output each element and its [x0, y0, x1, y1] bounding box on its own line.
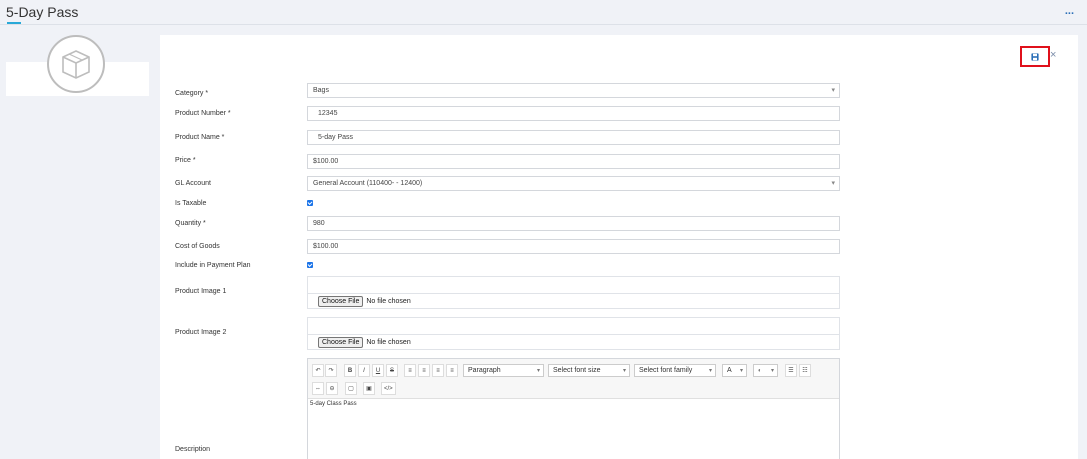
paragraph-dropdown[interactable]: Paragraph — [463, 364, 544, 377]
image-icon[interactable]: ▣ — [363, 382, 375, 395]
product-image-2-label: Product Image 2 — [175, 329, 227, 336]
gl-account-select[interactable]: General Account (110400- - 12400) — [307, 176, 840, 191]
file-status-2: No file chosen — [366, 339, 411, 346]
font-size-dropdown[interactable]: Select font size — [548, 364, 630, 377]
product-name-input[interactable]: 5-day Pass — [307, 130, 840, 145]
link-icon[interactable]: ⇔ — [312, 382, 324, 395]
box-icon — [47, 35, 105, 93]
product-image-1-upload: Choose File No file chosen — [307, 276, 840, 309]
italic-button[interactable]: I — [358, 364, 370, 377]
cost-of-goods-input[interactable]: $100.00 — [307, 239, 840, 254]
close-button[interactable]: × — [1050, 49, 1056, 61]
page-title: 5-Day Pass — [6, 4, 79, 20]
choose-file-button-1[interactable]: Choose File — [318, 296, 364, 307]
description-label: Description — [175, 446, 211, 453]
align-justify-icon[interactable]: ≡ — [446, 364, 458, 377]
align-right-icon[interactable]: ≡ — [432, 364, 444, 377]
price-label: Price * — [175, 157, 196, 164]
product-number-input[interactable]: 12345 — [307, 106, 840, 121]
file-status-1: No file chosen — [366, 298, 411, 305]
top-bar: 5-Day Pass ... — [0, 0, 1087, 25]
align-left-icon[interactable]: ≡ — [404, 364, 416, 377]
paint-bucket-icon: ◐ — [758, 367, 762, 374]
strikethrough-button[interactable]: S — [386, 364, 398, 377]
product-image-1-label: Product Image 1 — [175, 288, 227, 295]
save-button[interactable] — [1020, 46, 1050, 67]
quantity-input[interactable]: 980 — [307, 216, 840, 231]
font-family-dropdown[interactable]: Select font family — [634, 364, 716, 377]
document-icon[interactable]: ▢ — [345, 382, 357, 395]
bold-button[interactable]: B — [344, 364, 356, 377]
payment-plan-label: Include in Payment Plan — [175, 262, 251, 269]
font-color-dropdown[interactable]: A — [722, 364, 747, 377]
numbered-list-icon[interactable]: ☷ — [799, 364, 811, 377]
quantity-label: Quantity * — [175, 220, 206, 227]
code-icon[interactable]: </> — [381, 382, 396, 395]
editor-toolbar: ↶ ↷ B I U S ≡ ≡ ≡ ≡ Paragraph Select fon… — [308, 359, 839, 399]
more-options-button[interactable]: ... — [1065, 5, 1074, 17]
choose-file-button-2[interactable]: Choose File — [318, 337, 364, 348]
gl-account-label: GL Account — [175, 180, 211, 187]
highlight-color-dropdown[interactable]: ◐ — [753, 364, 778, 377]
title-underline — [7, 22, 21, 24]
product-number-label: Product Number * — [175, 110, 231, 117]
underline-button[interactable]: U — [372, 364, 384, 377]
category-select[interactable]: Bags — [307, 83, 840, 98]
floppy-disk-icon — [1031, 52, 1039, 61]
product-name-label: Product Name * — [175, 134, 225, 141]
is-taxable-checkbox[interactable] — [307, 200, 313, 206]
cost-of-goods-label: Cost of Goods — [175, 243, 220, 250]
description-editor[interactable]: ↶ ↷ B I U S ≡ ≡ ≡ ≡ Paragraph Select fon… — [307, 358, 840, 459]
file-picker-row: Choose File No file chosen — [308, 293, 839, 309]
category-label: Category * — [175, 90, 209, 97]
unlink-icon[interactable]: ⊖ — [326, 382, 338, 395]
price-input[interactable]: $100.00 — [307, 154, 840, 169]
redo-icon[interactable]: ↷ — [325, 364, 337, 377]
payment-plan-checkbox[interactable] — [307, 262, 313, 268]
bullet-list-icon[interactable]: ☰ — [785, 364, 797, 377]
file-picker-row: Choose File No file chosen — [308, 334, 839, 350]
undo-icon[interactable]: ↶ — [312, 364, 324, 377]
editor-content[interactable]: 5-day Class Pass — [310, 401, 357, 407]
align-center-icon[interactable]: ≡ — [418, 364, 430, 377]
product-image-2-upload: Choose File No file chosen — [307, 317, 840, 350]
is-taxable-label: Is Taxable — [175, 200, 207, 207]
